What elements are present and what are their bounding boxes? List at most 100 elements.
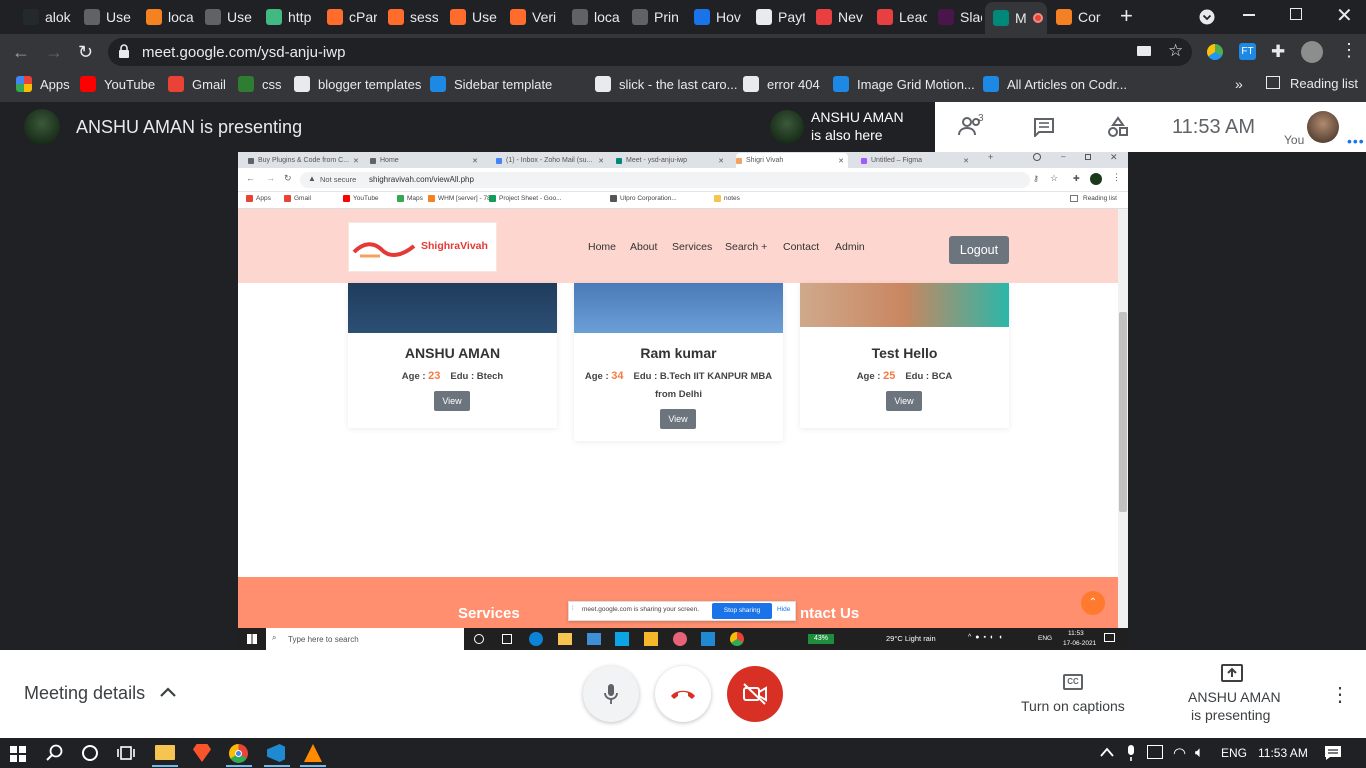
more-options-icon[interactable]: ⋮	[1330, 682, 1350, 707]
bookmark-item[interactable]: Sidebar template	[430, 70, 552, 98]
browser-tab[interactable]: loca	[564, 4, 621, 30]
shared-close-icon: ✕	[1110, 152, 1118, 162]
more-bookmarks-icon[interactable]: »	[1235, 76, 1243, 92]
site-nav-link[interactable]: Search +	[725, 241, 767, 253]
present-screen-icon[interactable]	[1221, 664, 1243, 682]
tab-label: Payt	[778, 9, 805, 25]
reload-icon[interactable]: ↻	[78, 42, 93, 63]
meeting-details-button[interactable]: Meeting details	[24, 683, 145, 704]
profile-photo	[348, 283, 557, 333]
browser-tab[interactable]: Slac	[930, 4, 982, 30]
site-logo[interactable]: ShighraVivah	[348, 222, 497, 272]
tray-wifi-icon[interactable]: ◠	[1173, 744, 1186, 762]
bookmark-item[interactable]: Gmail	[168, 70, 226, 98]
file-explorer-icon[interactable]	[155, 745, 175, 760]
site-nav-link[interactable]: Home	[588, 241, 616, 253]
task-view-icon[interactable]	[117, 745, 135, 761]
microphone-button[interactable]	[583, 666, 639, 722]
stop-sharing-button[interactable]: Stop sharing	[712, 603, 772, 619]
browser-tab[interactable]: Use	[197, 4, 255, 30]
site-nav-link[interactable]: Contact	[783, 241, 819, 253]
shared-weather: 29°C Light rain	[886, 634, 936, 643]
tab-label: loca	[594, 9, 620, 25]
profile-card: ANSHU AMAN Age : 23 Edu : Btech View	[348, 283, 557, 428]
view-profile-button[interactable]: View	[434, 391, 470, 411]
site-nav-link[interactable]: About	[630, 241, 657, 253]
activities-icon[interactable]	[1107, 116, 1129, 138]
shared-chrome-icon	[730, 632, 744, 646]
close-window-button[interactable]: ✕	[1336, 3, 1353, 28]
browser-tab[interactable]: loca	[138, 4, 194, 30]
tray-clock[interactable]: 11:53 AM	[1258, 746, 1308, 760]
browser-tab[interactable]: sess	[380, 4, 438, 30]
shared-minimize-icon: –	[1061, 152, 1066, 161]
scroll-top-icon[interactable]: ⌃	[1081, 591, 1105, 615]
bookmark-item[interactable]: YouTube	[80, 70, 155, 98]
shared-screen: + – ✕ ← → ↻ ▲ Not secure shighravivah.co…	[238, 152, 1128, 650]
ft-extension-icon[interactable]: FT	[1239, 43, 1256, 60]
browser-tab[interactable]: Use	[76, 4, 134, 30]
minimize-button[interactable]	[1243, 14, 1255, 16]
extension-icon[interactable]	[1207, 44, 1223, 60]
browser-tab[interactable]: Prin	[624, 4, 682, 30]
tray-volume-icon[interactable]: 🔈︎	[1195, 744, 1204, 761]
bookmark-item[interactable]: error 404	[743, 70, 820, 98]
view-profile-button[interactable]: View	[660, 409, 696, 429]
shared-tray-icons: ^●▪◐◖	[968, 634, 1007, 641]
browser-tab[interactable]: Leac	[869, 4, 927, 30]
shared-tab-label: Meet - ysd-anju-iwp	[626, 157, 688, 164]
camera-toggle-button[interactable]	[727, 666, 783, 722]
windows-start-icon[interactable]	[10, 746, 26, 762]
view-profile-button[interactable]: View	[886, 391, 922, 411]
bookmark-star-icon[interactable]: ☆	[1168, 41, 1183, 61]
browser-tab[interactable]: alok	[15, 4, 73, 30]
new-tab-button[interactable]: +	[1120, 5, 1140, 27]
browser-tab[interactable]: Hov	[686, 4, 744, 30]
chat-icon[interactable]	[1033, 117, 1055, 137]
puzzle-extensions-icon[interactable]: ✚	[1271, 42, 1285, 62]
profile-avatar[interactable]	[1301, 41, 1323, 63]
browser-tab[interactable]: cPar	[319, 4, 377, 30]
browser-tab[interactable]: M✕	[985, 2, 1047, 34]
forward-arrow-icon[interactable]: →	[45, 42, 63, 63]
leave-call-button[interactable]	[655, 666, 711, 722]
shared-scrollbar-thumb[interactable]	[1119, 312, 1127, 512]
age-label: Age :	[856, 371, 881, 382]
captions-label[interactable]: Turn on captions	[1021, 698, 1125, 714]
browser-tab[interactable]: Veri	[502, 4, 560, 30]
browser-tab[interactable]: Payt	[748, 4, 805, 30]
cortana-icon[interactable]	[82, 745, 98, 761]
tray-network-icon[interactable]	[1147, 745, 1163, 759]
tab-search-icon[interactable]	[1199, 9, 1215, 25]
tab-favicon-icon	[694, 9, 710, 25]
bookmark-item[interactable]: css	[238, 70, 282, 98]
back-arrow-icon[interactable]: ←	[12, 42, 30, 63]
restore-button[interactable]	[1290, 8, 1302, 20]
tray-microphone-icon[interactable]	[1126, 744, 1136, 762]
browser-tab[interactable]: http	[258, 4, 316, 30]
tab-label: http	[288, 9, 312, 25]
bookmark-item[interactable]: Image Grid Motion...	[833, 70, 975, 98]
captions-icon[interactable]: CC	[1063, 674, 1083, 690]
tray-chevron-up-icon[interactable]	[1100, 746, 1114, 758]
chevron-up-icon[interactable]	[158, 684, 178, 700]
reading-list-label[interactable]: Reading list	[1290, 76, 1358, 91]
hide-sharing-button[interactable]: Hide	[777, 606, 790, 613]
bookmark-item[interactable]: blogger templates	[294, 70, 421, 98]
microphone-icon	[604, 684, 618, 704]
site-nav-link[interactable]: Services	[672, 241, 712, 253]
browser-tab[interactable]: Cor	[1048, 4, 1104, 30]
search-icon[interactable]	[46, 744, 64, 762]
bookmark-item[interactable]: Apps	[16, 70, 70, 98]
bookmark-item[interactable]: slick - the last caro...	[595, 70, 737, 98]
tray-lang[interactable]: ENG	[1221, 746, 1247, 760]
logout-button[interactable]: Logout	[949, 236, 1009, 264]
browser-menu-icon[interactable]: ⋮	[1340, 40, 1358, 61]
bookmark-item[interactable]: All Articles on Codr...	[983, 70, 1127, 98]
site-nav-link[interactable]: Admin	[835, 241, 865, 253]
camera-icon[interactable]	[1137, 46, 1151, 56]
browser-tab[interactable]: Use	[442, 4, 499, 30]
bookmark-label: css	[262, 76, 282, 92]
action-center-icon[interactable]	[1324, 745, 1342, 761]
browser-tab[interactable]: Nev	[808, 4, 866, 30]
